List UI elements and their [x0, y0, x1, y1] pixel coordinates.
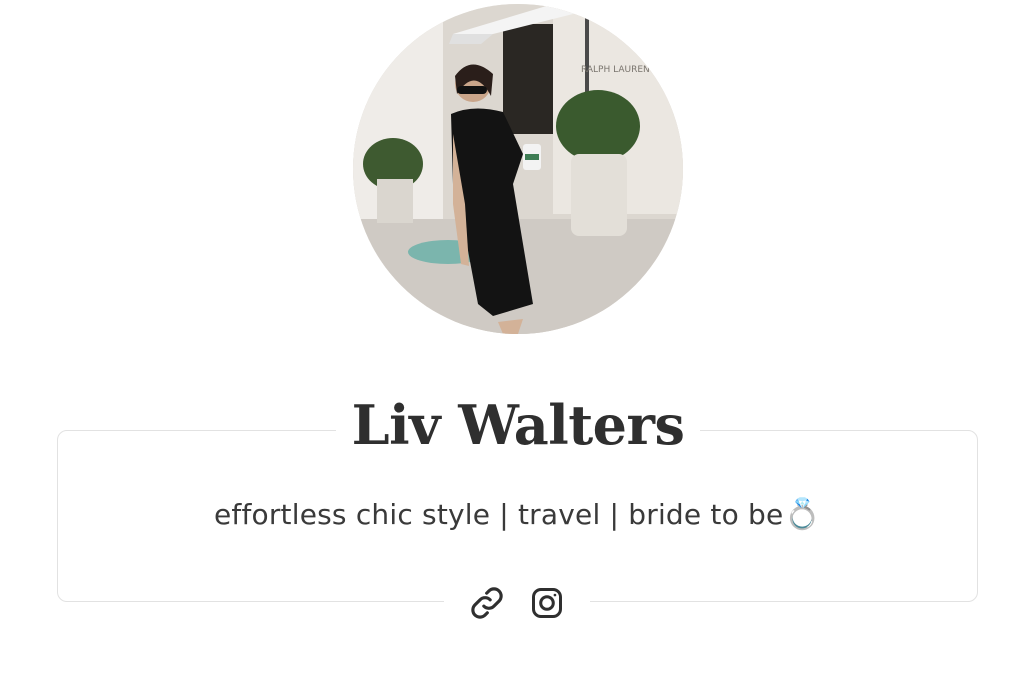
link-button[interactable] — [464, 580, 510, 626]
social-links — [444, 578, 590, 628]
avatar: RALPH LAUREN — [353, 4, 683, 334]
storefront-sign: RALPH LAUREN — [581, 65, 650, 75]
profile-bio: effortless chic style | travel | bride t… — [57, 497, 978, 532]
profile-name: Liv Walters — [336, 388, 700, 462]
link-icon — [471, 587, 503, 619]
profile-page: RALPH LAUREN Liv Walters effortless chic… — [0, 0, 1035, 676]
bio-text: effortless chic style | travel | bride t… — [213, 498, 784, 531]
instagram-button[interactable] — [524, 580, 570, 626]
instagram-icon — [532, 588, 562, 618]
ring-icon: 💍 — [783, 497, 822, 532]
avatar-photo: RALPH LAUREN — [353, 4, 683, 334]
